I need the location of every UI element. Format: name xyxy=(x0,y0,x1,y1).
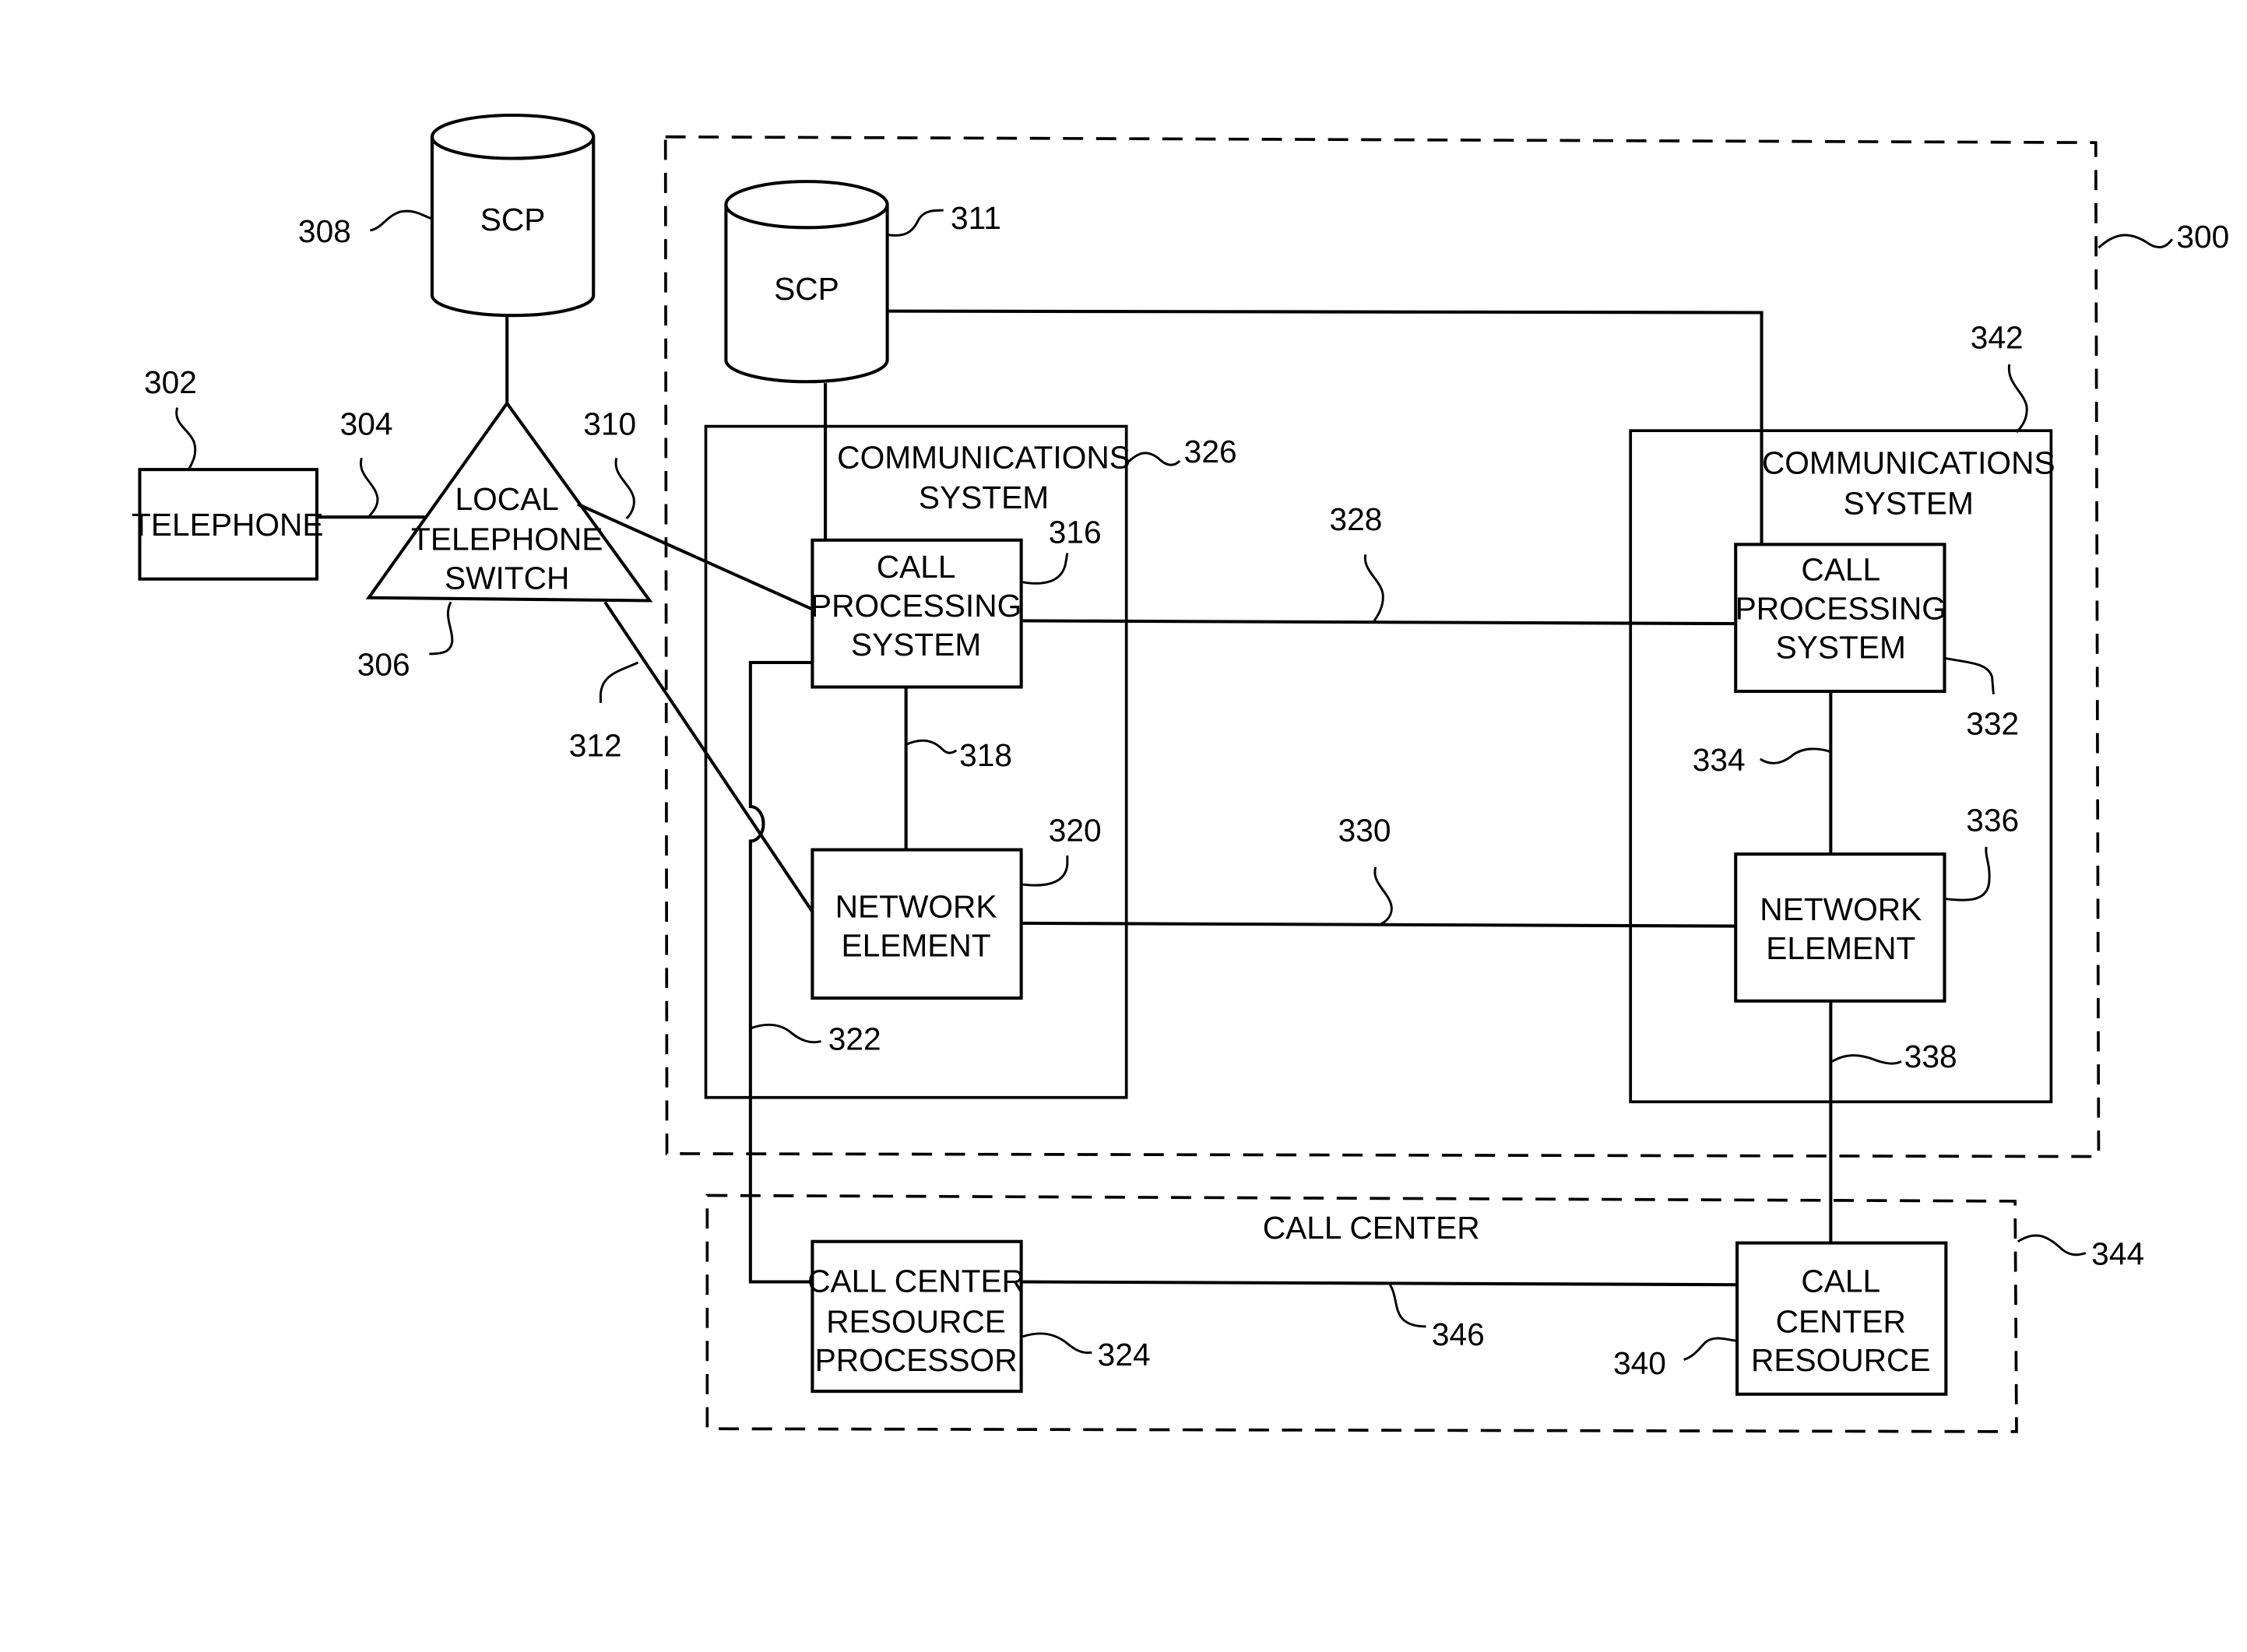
ref-320: 320 xyxy=(1049,812,1102,848)
ref-308: 308 xyxy=(298,213,351,249)
ref-310: 310 xyxy=(583,406,636,442)
leader-324 xyxy=(1022,1332,1092,1355)
switch-label-line2: TELEPHONE xyxy=(411,522,603,557)
ref-306: 306 xyxy=(357,647,410,683)
leader-330 xyxy=(1373,866,1393,926)
leader-312 xyxy=(599,661,639,703)
leader-340 xyxy=(1683,1337,1738,1361)
ne-336-label-line2: ELEMENT xyxy=(1766,930,1915,966)
cps-316-label-line3: SYSTEM xyxy=(851,627,981,663)
ccr-label-line1: CALL xyxy=(1801,1263,1880,1299)
leader-306 xyxy=(429,601,454,656)
leader-322 xyxy=(750,1023,821,1044)
comm-system-326-label-line1: COMMUNICATIONS xyxy=(837,439,1131,475)
cps-332-label-line2: PROCESSING xyxy=(1735,591,1946,627)
link-322 xyxy=(748,660,813,1284)
switch-label-line3: SWITCH xyxy=(445,561,569,596)
telephone-label: TELEPHONE xyxy=(132,507,323,543)
leader-332 xyxy=(1944,657,1995,694)
leader-344 xyxy=(2017,1234,2087,1257)
leader-342 xyxy=(2007,364,2028,434)
link-312 xyxy=(603,601,814,913)
ref-318: 318 xyxy=(959,737,1012,773)
leader-310 xyxy=(614,457,635,520)
ccrp-label-line3: PROCESSOR xyxy=(815,1342,1018,1378)
patent-diagram: 300 CALL CENTER 344 SCP 308 TELEPHONE 30… xyxy=(132,113,2229,1433)
comm-system-326-label-line2: SYSTEM xyxy=(919,480,1049,515)
ref-326: 326 xyxy=(1184,434,1237,469)
leader-334 xyxy=(1759,747,1831,764)
leader-308 xyxy=(370,209,433,232)
leader-346 xyxy=(1388,1284,1426,1328)
link-328 xyxy=(1021,619,1736,626)
ref-324: 324 xyxy=(1098,1337,1151,1373)
ccrp-label-line1: CALL CENTER xyxy=(807,1263,1025,1299)
network-element-336 xyxy=(1734,852,1946,1003)
ccr-label-line2: CENTER xyxy=(1776,1303,1906,1339)
ref-328: 328 xyxy=(1330,501,1383,537)
ref-330: 330 xyxy=(1338,812,1391,848)
ref-342: 342 xyxy=(1971,320,2024,356)
ne-320-label-line2: ELEMENT xyxy=(842,927,991,963)
leader-320 xyxy=(1021,855,1069,887)
scp-308: SCP xyxy=(430,113,596,318)
ref-322: 322 xyxy=(828,1021,881,1057)
leader-336 xyxy=(1944,846,1991,902)
ref-344: 344 xyxy=(2091,1235,2144,1271)
ref-338: 338 xyxy=(1904,1039,1957,1074)
link-346 xyxy=(1021,1280,1738,1287)
cps-316-label-line2: PROCESSING xyxy=(811,588,1022,624)
leader-304 xyxy=(359,457,379,518)
scp-311-label: SCP xyxy=(774,271,839,307)
leader-318 xyxy=(905,739,958,754)
leader-326 xyxy=(1125,452,1181,466)
leader-338 xyxy=(1831,1054,1902,1065)
ref-332: 332 xyxy=(1966,706,2019,742)
link-330 xyxy=(1021,921,1736,928)
ref-311: 311 xyxy=(951,200,1001,236)
ref-300: 300 xyxy=(2176,219,2229,255)
ccr-label-line3: RESOURCE xyxy=(1751,1342,1931,1378)
cps-332-label-line1: CALL xyxy=(1801,552,1880,588)
ref-336: 336 xyxy=(1966,802,2019,838)
ref-312: 312 xyxy=(569,727,622,763)
leader-316 xyxy=(1021,553,1069,585)
ref-334: 334 xyxy=(1693,742,1746,778)
ref-316: 316 xyxy=(1049,514,1102,550)
leader-328 xyxy=(1363,554,1384,622)
scp-311: SCP xyxy=(724,180,889,384)
ref-346: 346 xyxy=(1432,1316,1485,1352)
call-center-label: CALL CENTER xyxy=(1263,1210,1480,1246)
leader-302 xyxy=(175,407,197,470)
ref-302: 302 xyxy=(144,364,197,400)
ref-304: 304 xyxy=(340,406,393,442)
leader-311 xyxy=(887,209,944,237)
scp-308-label: SCP xyxy=(480,202,546,237)
ref-340: 340 xyxy=(1613,1345,1666,1381)
comm-system-342-label-line2: SYSTEM xyxy=(1844,485,1974,521)
switch-label-line1: LOCAL xyxy=(455,481,558,517)
comm-system-342-label-line1: COMMUNICATIONS xyxy=(1762,445,2055,481)
ccrp-label-line2: RESOURCE xyxy=(826,1303,1006,1339)
ne-336-label-line1: NETWORK xyxy=(1760,891,1922,927)
cps-332-label-line3: SYSTEM xyxy=(1776,629,1906,665)
leader-300 xyxy=(2098,234,2174,249)
ne-320-label-line1: NETWORK xyxy=(835,888,997,924)
cps-316-label-line1: CALL xyxy=(877,549,956,585)
